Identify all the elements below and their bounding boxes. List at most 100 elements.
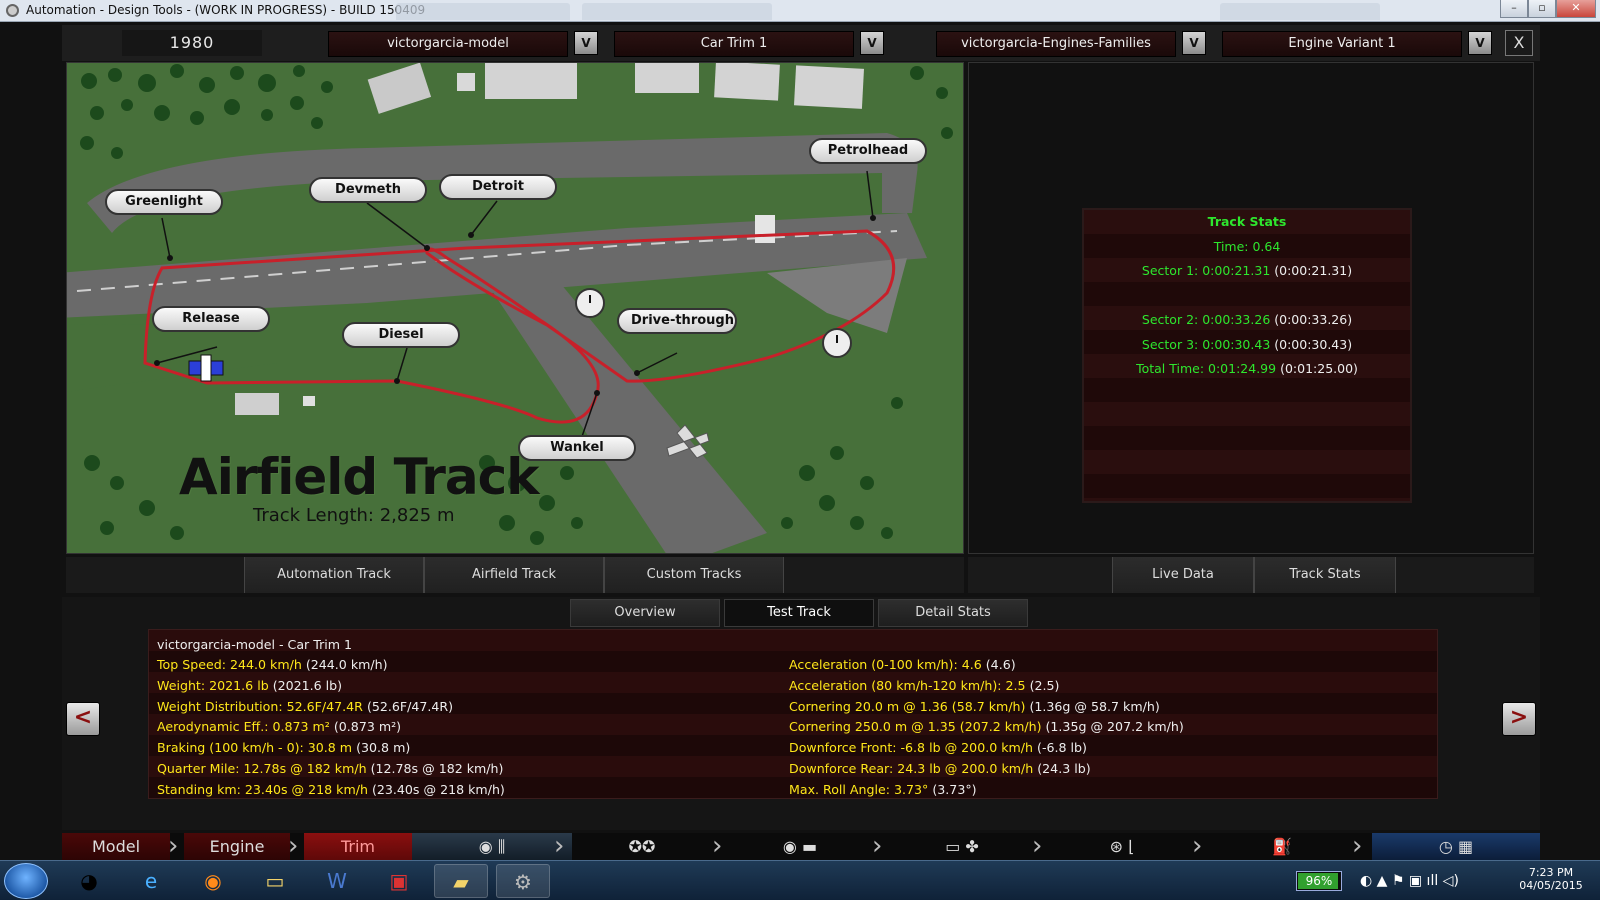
next-button[interactable]: > <box>1502 702 1536 736</box>
marker-diesel[interactable]: Diesel <box>342 322 460 348</box>
car-aero-icon: ▭ ✤ <box>945 837 979 856</box>
stat-label: Quarter Mile: 12.78s @ 182 km/h <box>157 760 367 776</box>
previous-button[interactable]: < <box>66 702 100 736</box>
nav-tyres[interactable]: ✪✪ <box>572 833 712 863</box>
engine-variant-select[interactable]: Engine Variant 1 <box>1222 31 1462 57</box>
stat-reference: (12.78s @ 182 km/h) <box>370 760 504 776</box>
stat-weight-distribution: Weight Distribution: 52.6F/47.4R (52.6F/… <box>157 697 505 718</box>
marker-petrolhead[interactable]: Petrolhead <box>809 138 927 164</box>
stat-aerodynamic-eff: Aerodynamic Eff.: 0.873 m² (0.873 m²) <box>157 717 505 738</box>
start-button[interactable] <box>4 863 48 899</box>
marker-detroit[interactable]: Detroit <box>439 174 557 200</box>
stat-reference: (23.40s @ 218 km/h) <box>371 781 505 797</box>
tyres-icon: ✪✪ <box>628 837 656 856</box>
stats-left-column: Top Speed: 244.0 km/h (244.0 km/h) Weigh… <box>157 655 505 801</box>
tab-custom-tracks[interactable]: Custom Tracks <box>604 557 784 593</box>
marker-devmeth[interactable]: Devmeth <box>309 177 427 203</box>
track-stats-heading: Track Stats <box>1207 214 1287 229</box>
stat-reference: (1.35g @ 207.2 km/h) <box>1045 719 1184 735</box>
stats-tabs: Live Data Track Stats <box>968 557 1534 593</box>
model-dropdown-button[interactable]: V <box>574 31 598 55</box>
marker-release[interactable]: Release <box>152 306 270 332</box>
engine-variant-dropdown-button[interactable]: V <box>1468 31 1492 55</box>
battery-indicator[interactable]: 96% <box>1296 871 1342 891</box>
sector-2-reference: (0:00:33.26) <box>1274 312 1353 327</box>
track-map: Greenlight Devmeth Detroit Petrolhead Re… <box>66 62 964 554</box>
trim-dropdown-button[interactable]: V <box>860 31 884 55</box>
chevron-right-icon: › <box>168 831 179 861</box>
speedometer-checkered-flag-icon: ◷ ▦ <box>1438 837 1474 856</box>
engine-family-select[interactable]: victorgarcia-Engines-Families <box>936 31 1176 57</box>
tab-test-track[interactable]: Test Track <box>724 599 874 627</box>
stat-reference: (24.3 lb) <box>1037 760 1091 776</box>
marker-drive-through[interactable]: Drive-through <box>617 308 737 334</box>
nav-trim[interactable]: Trim <box>304 833 412 863</box>
track-time: Time: 0.64 <box>1213 238 1281 254</box>
stat-label: Braking (100 km/h - 0): 30.8 m <box>157 740 353 756</box>
battery-level: 96% <box>1305 874 1333 888</box>
stat-reference: (30.8 m) <box>356 740 411 756</box>
stat-acceleration-0-100: Acceleration (0-100 km/h): 4.6 (4.6) <box>789 655 1184 676</box>
performance-info-box: victorgarcia-model - Car Trim 1 Top Spee… <box>148 629 1438 799</box>
trim-select[interactable]: Car Trim 1 <box>614 31 854 57</box>
chrome-icon[interactable]: ◕ <box>62 864 116 898</box>
model-select[interactable]: victorgarcia-model <box>328 31 568 57</box>
car-stats-section: Overview Test Track Detail Stats < > vic… <box>62 597 1540 830</box>
stopwatch-icon <box>575 288 605 318</box>
stat-reference: (0.873 m²) <box>333 719 402 735</box>
close-window-button[interactable]: ✕ <box>1556 0 1596 18</box>
app-icon <box>6 4 19 17</box>
folder-icon[interactable]: ▰ <box>434 864 488 898</box>
word-icon[interactable]: W <box>310 864 364 898</box>
nav-aero[interactable]: ▭ ✤ <box>892 833 1032 863</box>
design-selector-bar: 1980 victorgarcia-model V Car Trim 1 V v… <box>62 25 1540 61</box>
file-explorer-icon[interactable]: ▭ <box>248 864 302 898</box>
nav-testing[interactable]: ◷ ▦ <box>1372 833 1540 863</box>
minimize-button[interactable]: – <box>1500 0 1528 18</box>
clock-date: 04/05/2015 <box>1519 879 1583 892</box>
wheel-suspension-icon: ◉ ⫼ <box>478 837 506 856</box>
stat-downforce-rear: Downforce Rear: 24.3 lb @ 200.0 km/h (24… <box>789 759 1184 780</box>
stat-reference: (1.36g @ 58.7 km/h) <box>1029 698 1160 714</box>
close-tool-button[interactable]: X <box>1505 30 1533 56</box>
sector-2-row: Sector 2: 0:00:33.26 (0:00:33.26) <box>1084 308 1410 333</box>
automation-icon[interactable]: ⚙ <box>496 864 550 898</box>
window-title: Automation - Design Tools - (WORK IN PRO… <box>26 3 426 17</box>
nav-body[interactable]: ◉ ▬ <box>730 833 870 863</box>
nav-suspension[interactable]: ◉ ⫼ <box>412 833 572 863</box>
tab-detail-stats[interactable]: Detail Stats <box>878 599 1028 627</box>
nav-interior[interactable]: ⊛ ⌊ <box>1052 833 1192 863</box>
nav-fuel[interactable]: ⛽ <box>1212 833 1352 863</box>
marker-greenlight[interactable]: Greenlight <box>105 189 223 215</box>
app-icon[interactable]: ▣ <box>372 864 426 898</box>
stat-label: Weight Distribution: 52.6F/47.4R <box>157 698 363 714</box>
tray-icons[interactable]: ◐ ▲ ⚑ ▣ ıll ◁) <box>1360 873 1459 889</box>
sector-3-row: Sector 3: 0:00:30.43 (0:00:30.43) <box>1084 333 1410 358</box>
sector-1-row: Sector 1: 0:00:21.31 (0:00:21.31) <box>1084 259 1410 284</box>
nav-model[interactable]: Model <box>62 833 170 863</box>
stat-reference: (3.73°) <box>932 781 977 797</box>
chevron-right-icon: › <box>872 831 883 861</box>
tab-live-data[interactable]: Live Data <box>1112 557 1254 593</box>
firefox-icon[interactable]: ◉ <box>186 864 240 898</box>
sector-1-reference: (0:00:21.31) <box>1274 263 1353 278</box>
tab-airfield-track[interactable]: Airfield Track <box>424 557 604 593</box>
nav-engine[interactable]: Engine <box>184 833 290 863</box>
browser-tab-background <box>396 3 570 20</box>
engine-family-dropdown-button[interactable]: V <box>1182 31 1206 55</box>
tab-automation-track[interactable]: Automation Track <box>244 557 424 593</box>
internet-explorer-icon[interactable]: e <box>124 864 178 898</box>
stat-label: Weight: 2021.6 lb <box>157 677 269 693</box>
stat-reference: (4.6) <box>985 657 1016 672</box>
brakes-body-icon: ◉ ▬ <box>782 837 818 856</box>
track-stats-box: Track Stats Time: 0.64 Sector 1: 0:00:21… <box>1082 208 1412 503</box>
maximize-button[interactable]: ▫ <box>1528 0 1556 18</box>
year-display[interactable]: 1980 <box>122 30 262 56</box>
tab-track-stats[interactable]: Track Stats <box>1254 557 1396 593</box>
track-tabs: Automation Track Airfield Track Custom T… <box>66 557 964 593</box>
clock[interactable]: 7:23 PM 04/05/2015 <box>1516 866 1586 892</box>
stat-downforce-front: Downforce Front: -6.8 lb @ 200.0 km/h (-… <box>789 738 1184 759</box>
window-titlebar: Automation - Design Tools - (WORK IN PRO… <box>0 0 1600 22</box>
tab-overview[interactable]: Overview <box>570 599 720 627</box>
stat-label: Max. Roll Angle: 3.73° <box>789 781 929 797</box>
